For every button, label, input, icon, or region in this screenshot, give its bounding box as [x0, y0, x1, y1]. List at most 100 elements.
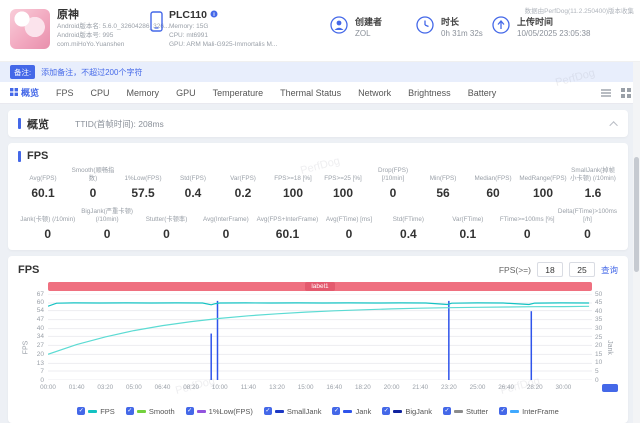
x-tick: 13:20 — [269, 384, 285, 391]
legend-checkbox-icon[interactable]: ✓ — [263, 407, 272, 415]
device-info-icon[interactable]: i — [210, 9, 218, 22]
legend-checkbox-icon[interactable]: ✓ — [185, 407, 194, 415]
legend-checkbox-icon[interactable]: ✓ — [382, 407, 391, 415]
tab-label: Network — [358, 87, 392, 98]
remark-placeholder[interactable]: 添加备注，不超过200个字符 — [41, 67, 142, 78]
metric-label: SmallJank(掉帧小卡顿) (/10min) — [570, 167, 616, 182]
legend-label: Stutter — [466, 406, 489, 416]
scrollbar-track[interactable] — [633, 62, 640, 423]
tab-network[interactable]: Network — [358, 88, 391, 98]
metric-cell: Min(FPS) 56 — [418, 167, 468, 200]
x-tick: 26:40 — [498, 384, 514, 391]
metric-cell: Var(FPS) 0.2 — [218, 167, 268, 200]
x-tick: 16:40 — [326, 384, 343, 391]
metric-value: 1.6 — [584, 186, 602, 200]
legend-item-smalljank[interactable]: ✓ SmallJank — [263, 406, 322, 416]
metric-value: 60.1 — [275, 227, 300, 241]
legend-swatch — [343, 409, 353, 413]
legend-swatch — [196, 409, 206, 413]
metric-label: MedRange(FPS) — [519, 175, 567, 182]
metric-value: 0 — [103, 227, 111, 241]
legend-checkbox-icon[interactable]: ✓ — [77, 407, 86, 415]
legend-label: SmallJank — [286, 406, 322, 416]
metric-label: Delta(FTime)>100ms [/h] — [557, 208, 617, 223]
metric-label: Avg(InterFrame) — [203, 216, 249, 223]
app-info: 原神 Android版本名: 5.6.0_32604286_326... And… — [10, 9, 169, 49]
legend-item-stutter[interactable]: ✓ Stutter — [443, 407, 488, 416]
overview-title: 概览 — [27, 118, 49, 131]
legend-item-1-low-fps-[interactable]: ✓ 1%Low(FPS) — [185, 407, 253, 416]
metric-label: Var(FTime) — [452, 216, 484, 223]
tab-gpu[interactable]: GPU — [176, 88, 196, 98]
upload-value: 10/05/2025 23:05:38 — [517, 29, 591, 38]
legend-item-fps[interactable]: ✓ FPS — [77, 407, 115, 416]
tab-thermal-status[interactable]: Thermal Status — [280, 88, 341, 98]
fps-min-input[interactable] — [536, 262, 563, 277]
chart-zoom-handle[interactable] — [602, 384, 618, 392]
fps-filter-label: FPS(>=) — [498, 264, 531, 275]
tab-label: Brightness — [408, 87, 451, 98]
y-tick-left: 40 — [36, 325, 44, 333]
duration-label: 时长 — [441, 17, 460, 27]
tab-label: Temperature — [212, 87, 264, 98]
fps-plot[interactable] — [47, 293, 592, 381]
metric-label: Var(FPS) — [230, 175, 256, 182]
metric-value: 0.4 — [184, 186, 202, 200]
y-tick-left: 20 — [36, 350, 44, 358]
metric-cell: FTime>=100ms [%] 0 — [498, 208, 557, 241]
x-tick: 28:20 — [526, 384, 543, 391]
tabbar-layout-icon[interactable] — [620, 86, 632, 104]
query-button[interactable]: 查询 — [601, 264, 618, 276]
metric-cell: BigJank(严重卡顿) (/10min) 0 — [77, 208, 136, 241]
tab-cpu[interactable]: CPU — [91, 88, 110, 98]
metric-label: Stutter(卡顿率) — [145, 216, 188, 223]
metric-cell: Median(FPS) 60 — [468, 167, 518, 200]
x-tick: 11:40 — [240, 384, 257, 391]
legend-checkbox-icon[interactable]: ✓ — [125, 407, 134, 415]
legend-item-jank[interactable]: ✓ Jank — [332, 407, 371, 416]
tabbar-menu-icon[interactable] — [600, 86, 612, 104]
metric-cell: Avg(FPS+InterFrame) 60.1 — [256, 208, 320, 241]
tab-label: GPU — [176, 87, 196, 98]
y-tick-left: 47 — [36, 316, 44, 324]
x-tick: 01:40 — [68, 384, 85, 391]
device-text: PLC110 i Memory: 15G CPU: mt6991 GPU: AR… — [169, 9, 277, 49]
legend-checkbox-icon[interactable]: ✓ — [332, 407, 341, 415]
legend-item-bigjank[interactable]: ✓ BigJank — [382, 407, 432, 416]
legend-swatch — [510, 409, 520, 413]
legend-checkbox-icon[interactable]: ✓ — [443, 407, 451, 415]
phone-icon — [150, 11, 163, 49]
legend-checkbox-icon[interactable]: ✓ — [499, 407, 508, 415]
collector-note: 数据由PerfDog(11.2.250400)版本收集 — [524, 8, 634, 15]
tabbar-icons — [600, 86, 632, 104]
legend-label: BigJank — [405, 406, 432, 416]
y-tick-right: 0 — [595, 376, 599, 384]
tab-brightness[interactable]: Brightness — [408, 88, 451, 98]
metric-cell: Var(FTime) 0.1 — [438, 208, 497, 241]
tab-battery[interactable]: Battery — [468, 88, 497, 98]
tab-memory[interactable]: Memory — [127, 88, 160, 98]
y-tick-left: 67 — [36, 290, 44, 298]
scrollbar-thumb[interactable] — [634, 157, 639, 272]
legend-item-interframe[interactable]: ✓ InterFrame — [499, 407, 559, 416]
remark-bar[interactable]: 备注: 添加备注，不超过200个字符 — [0, 62, 640, 82]
device-memory: Memory: 15G — [169, 23, 209, 30]
fps-chart-area: label1 FPS Jank 67 60 54 47 40 34 27 20 13 7 0 50 45… — [18, 282, 618, 402]
metric-label: Std(FPS) — [180, 175, 206, 182]
fps-max-input[interactable] — [568, 262, 595, 277]
legend-item-smooth[interactable]: ✓ Smooth — [125, 407, 175, 416]
metric-value: 60 — [486, 186, 500, 200]
tab-概览[interactable]: 概览 — [10, 86, 39, 99]
tab-label: Thermal Status — [280, 87, 342, 98]
x-tick: 21:40 — [412, 384, 429, 391]
overview-card: 概览 TTID(首帧时间): 208ms — [8, 110, 628, 137]
collapse-chevron-icon[interactable] — [609, 120, 618, 130]
metric-value: 0 — [584, 227, 591, 241]
app-avatar — [10, 9, 50, 49]
overview-tab-icon — [10, 87, 18, 98]
tab-temperature[interactable]: Temperature — [213, 88, 264, 98]
legend-label: Jank — [355, 406, 372, 416]
device-info: PLC110 i Memory: 15G CPU: mt6991 GPU: AR… — [150, 9, 277, 49]
tab-fps[interactable]: FPS — [56, 88, 74, 98]
y-tick-right: 30 — [595, 324, 603, 332]
